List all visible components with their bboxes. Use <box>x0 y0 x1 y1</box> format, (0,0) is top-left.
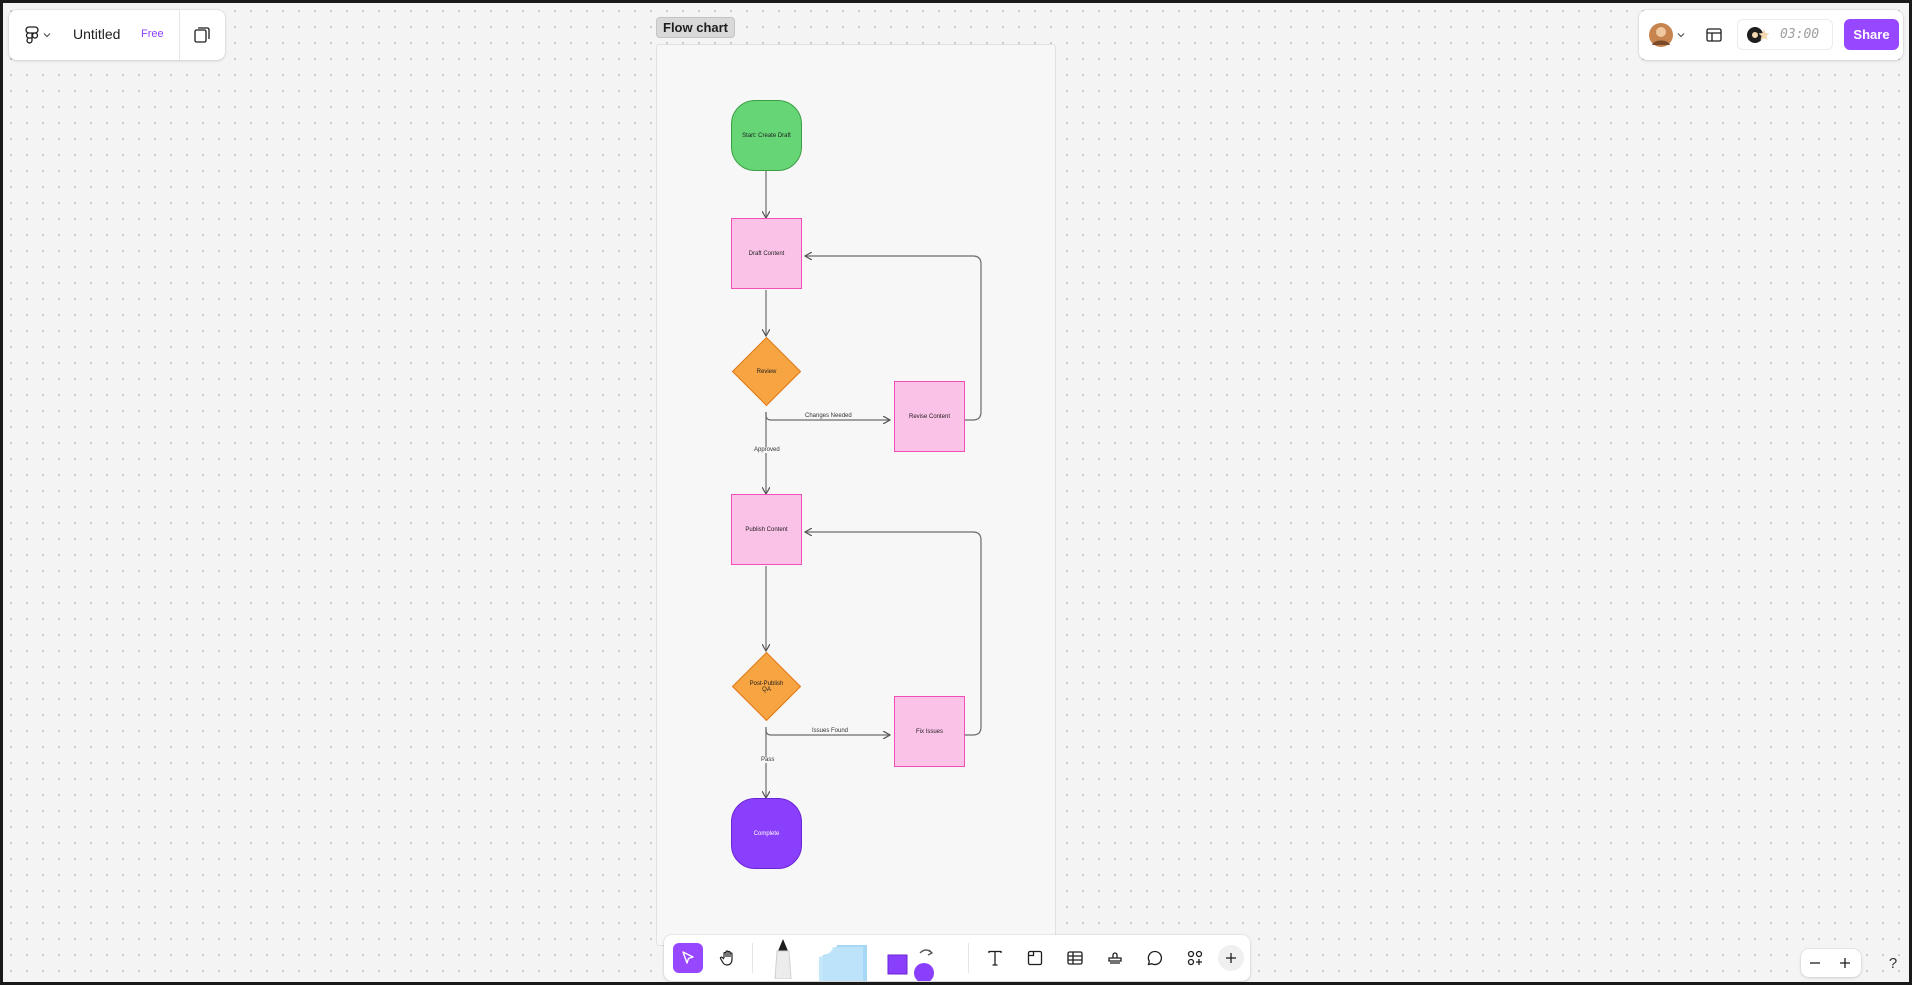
stamp-icon <box>1108 952 1122 964</box>
connector-label-pass[interactable]: Pass <box>759 757 777 763</box>
timer-widget-icon <box>1747 26 1770 43</box>
section-tool[interactable] <box>1020 943 1050 973</box>
timer-value: 03:00 <box>1780 27 1820 42</box>
cursor-arrow-icon <box>682 951 694 964</box>
file-title[interactable]: Untitled <box>73 26 120 42</box>
zoom-controls <box>1801 949 1861 977</box>
avatar <box>1649 23 1673 47</box>
chevron-down-icon <box>1677 33 1685 38</box>
sticky-note-icon <box>819 945 867 981</box>
decision-label: Review <box>756 368 777 375</box>
move-tool[interactable] <box>673 943 703 973</box>
flow-node-publish[interactable]: Publish Content <box>731 494 802 565</box>
connector-label-changes[interactable]: Changes Needed <box>803 413 854 419</box>
user-menu-button[interactable] <box>1649 23 1689 47</box>
text-icon <box>988 950 1002 966</box>
flow-node-draft[interactable]: Draft Content <box>731 218 802 289</box>
table-icon <box>1067 951 1083 965</box>
plus-icon <box>1226 953 1236 963</box>
pages-icon <box>194 27 210 43</box>
main-menu-button[interactable] <box>25 24 61 46</box>
table-tool[interactable] <box>1060 943 1090 973</box>
help-button[interactable]: ? <box>1883 953 1903 973</box>
flow-node-revise[interactable]: Revise Content <box>894 381 965 452</box>
flow-node-complete[interactable]: Complete <box>731 798 802 869</box>
canvas[interactable]: Untitled Free 03:00 Share Flow chart Sta… <box>3 3 1909 982</box>
minus-icon <box>1810 962 1820 964</box>
comment-tool[interactable] <box>1140 943 1170 973</box>
divider <box>179 10 180 60</box>
share-button[interactable]: Share <box>1844 19 1899 50</box>
timer-button[interactable]: 03:00 <box>1737 19 1833 50</box>
divider <box>968 943 969 973</box>
section-icon <box>1027 950 1043 966</box>
stamp-tool[interactable] <box>1100 943 1130 973</box>
more-tools-button[interactable] <box>1180 943 1210 973</box>
text-tool[interactable] <box>980 943 1010 973</box>
connector-label-approved[interactable]: Approved <box>752 447 782 453</box>
zoom-in-button[interactable] <box>1833 951 1857 975</box>
comment-icon <box>1147 950 1163 966</box>
decision-label: Post-Publish QA <box>749 680 784 693</box>
hand-tool[interactable] <box>713 943 743 973</box>
shapes-icon <box>887 949 934 981</box>
flow-node-fix[interactable]: Fix Issues <box>894 696 965 767</box>
bottom-toolbar <box>664 935 1250 981</box>
flow-node-review[interactable]: Review <box>731 336 802 407</box>
flow-chart-section[interactable] <box>656 44 1056 946</box>
pages-button[interactable] <box>192 25 212 45</box>
connector-label-issues[interactable]: Issues Found <box>810 728 851 734</box>
hand-icon <box>719 950 733 966</box>
chevron-down-icon <box>43 33 51 38</box>
plus-icon <box>1840 958 1850 968</box>
layout-button[interactable] <box>1704 25 1724 45</box>
marker-pen-icon <box>774 939 792 979</box>
flow-node-start[interactable]: Start: Create Draft <box>731 100 802 171</box>
pen-tool[interactable] <box>768 937 798 979</box>
divider <box>752 943 753 973</box>
layout-icon <box>1706 28 1722 42</box>
collaboration-panel: 03:00 Share <box>1639 10 1903 60</box>
section-title[interactable]: Flow chart <box>656 17 736 38</box>
flow-node-qa[interactable]: Post-Publish QA <box>731 651 802 722</box>
shape-tool[interactable] <box>886 945 934 981</box>
file-header-panel: Untitled Free <box>9 10 225 60</box>
figma-logo-icon <box>25 26 39 44</box>
apps-icon <box>1187 950 1203 966</box>
zoom-out-button[interactable] <box>1803 951 1827 975</box>
plan-badge[interactable]: Free <box>137 27 168 41</box>
add-tool-button[interactable] <box>1218 945 1244 971</box>
sticky-note-tool[interactable] <box>815 941 869 981</box>
